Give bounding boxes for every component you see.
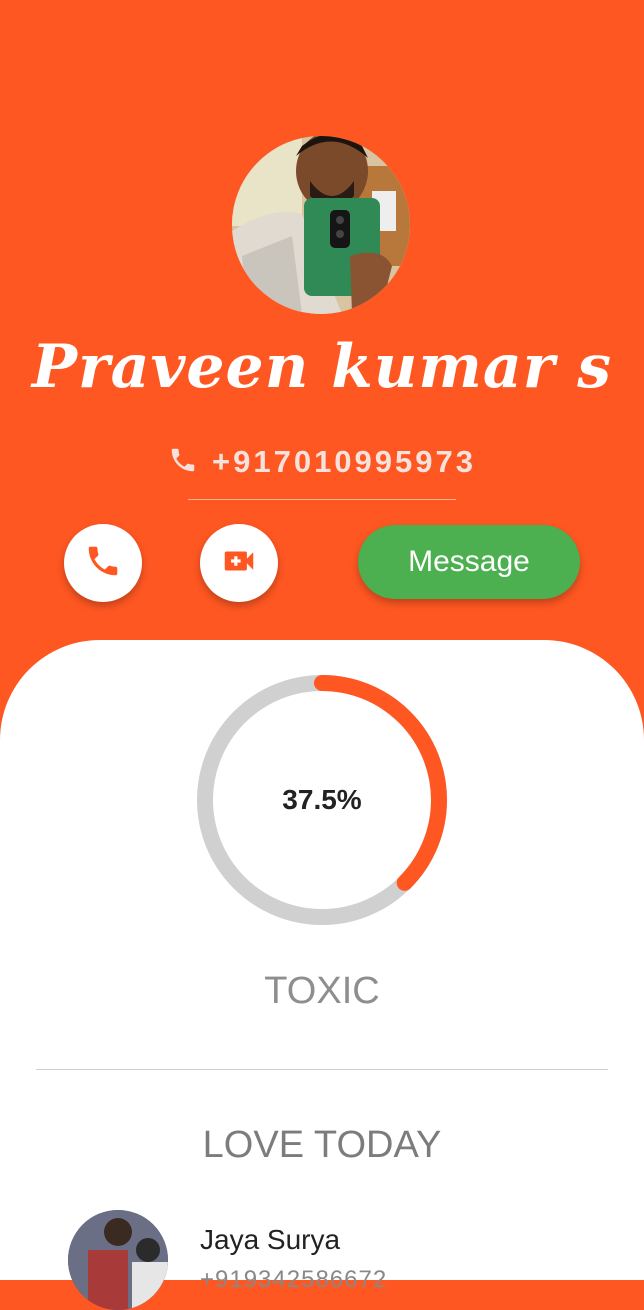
video-call-button[interactable] xyxy=(200,524,278,602)
section-title: LOVE TODAY xyxy=(202,1124,442,1166)
header-divider xyxy=(188,499,456,500)
contact-phone: +919342586672 xyxy=(200,1266,388,1293)
contact-avatar[interactable] xyxy=(68,1210,168,1310)
video-call-icon xyxy=(220,542,258,585)
gauge-value: 37.5% xyxy=(282,784,362,815)
call-icon xyxy=(84,542,122,585)
profile-avatar xyxy=(232,136,410,314)
phone-row: +917010995973 xyxy=(0,444,644,480)
profile-header: Praveen kumar s +917010995973 Message xyxy=(0,0,644,660)
contact-name[interactable]: Jaya Surya xyxy=(200,1224,340,1256)
call-button[interactable] xyxy=(64,524,142,602)
profile-name: Praveen kumar s xyxy=(31,332,613,402)
phone-icon xyxy=(168,445,198,480)
message-button[interactable]: Message xyxy=(358,525,580,599)
section-divider xyxy=(36,1069,608,1070)
verdict-label: TOXIC xyxy=(264,970,380,1012)
phone-number[interactable]: +917010995973 xyxy=(212,444,476,480)
